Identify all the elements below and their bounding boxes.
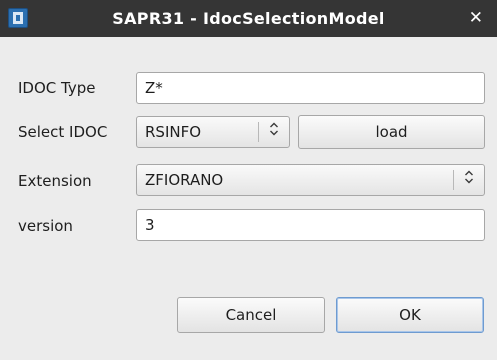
select-idoc-label: Select IDOC — [18, 123, 108, 141]
app-icon — [8, 8, 28, 28]
cancel-button[interactable]: Cancel — [177, 297, 325, 333]
load-button[interactable]: load — [298, 115, 485, 149]
close-icon[interactable]: ✕ — [469, 0, 483, 37]
extension-combobox[interactable]: ZFIORANO — [136, 164, 485, 196]
combo-separator — [258, 122, 259, 142]
ok-button[interactable]: OK — [336, 297, 484, 333]
extension-value: ZFIORANO — [145, 171, 224, 189]
version-label: version — [18, 217, 73, 235]
version-input[interactable]: 3 — [136, 209, 485, 241]
select-idoc-combobox[interactable]: RSINFO — [136, 116, 290, 148]
idoc-type-label: IDOC Type — [18, 79, 96, 97]
extension-label: Extension — [18, 172, 92, 190]
combo-arrows-icon[interactable] — [262, 117, 286, 147]
combo-separator — [453, 170, 454, 190]
combo-arrows-icon[interactable] — [457, 165, 481, 195]
dialog-window: SAPR31 - IdocSelectionModel ✕ IDOC Type … — [0, 0, 497, 360]
idoc-type-input[interactable]: Z* — [136, 72, 485, 104]
title-bar[interactable]: SAPR31 - IdocSelectionModel ✕ — [0, 0, 497, 37]
window-title: SAPR31 - IdocSelectionModel — [112, 9, 385, 28]
select-idoc-value: RSINFO — [145, 123, 202, 141]
